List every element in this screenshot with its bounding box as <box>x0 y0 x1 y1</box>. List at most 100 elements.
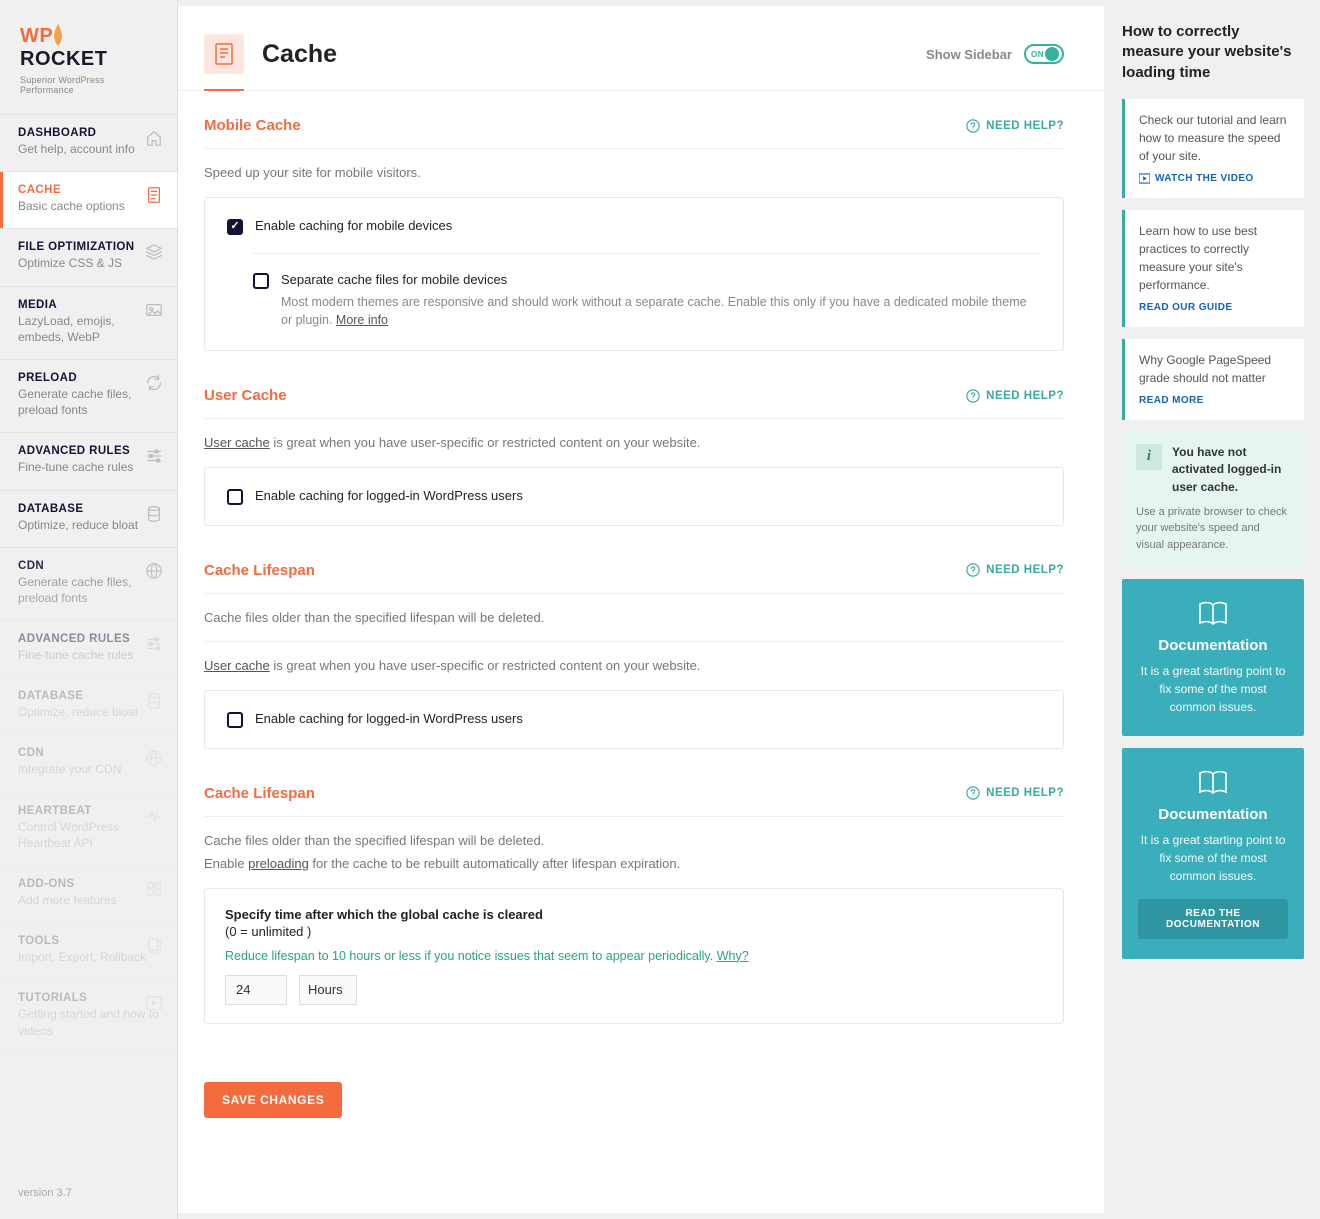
sidebar-item-database[interactable]: DATABASEOptimize, reduce bloat <box>0 490 177 548</box>
section-title: User Cache <box>204 387 287 404</box>
section-description: Cache files older than the specified lif… <box>204 608 1064 643</box>
read-more-link[interactable]: READ MORE <box>1139 395 1290 406</box>
home-icon <box>145 129 163 147</box>
sidebar-item-file-optimization[interactable]: FILE OPTIMIZATION Optimize CSS & JS <box>0 228 177 286</box>
sidebar-item-title: PRELOAD <box>18 372 161 384</box>
doc-card-title: Documentation <box>1138 637 1288 654</box>
sidebar-item-preload[interactable]: PRELOAD Generate cache files, preload fon… <box>0 359 177 433</box>
sidebar-item-subtitle: Generate cache files, preload fonts <box>18 574 161 606</box>
sidebar-item-title: CDN <box>18 560 161 572</box>
lifespan-desc-1: Cache files older than the specified lif… <box>204 831 1064 851</box>
sidebar-item-tutorials[interactable]: TUTORIALS Getting started and how to vide… <box>0 979 177 1053</box>
mobile-cache-checkbox[interactable] <box>227 219 243 235</box>
toggle-on-label: ON <box>1031 50 1044 59</box>
lifespan-box-subtitle: (0 = unlimited ) <box>225 924 1043 939</box>
sidebar-item-subtitle: Fine-tune cache rules <box>18 647 161 663</box>
section-mobile-cache: Mobile Cache NEED HELP? Speed up your si… <box>204 117 1064 351</box>
brand-tagline: Superior WordPress Performance <box>20 75 157 95</box>
page-header: Cache Show Sidebar ON <box>178 6 1104 91</box>
brand-rocket: ROCKET <box>20 48 107 70</box>
toggle-knob-icon <box>1045 47 1059 61</box>
right-panel-title: How to correctly measure your website's … <box>1122 22 1304 83</box>
sidebar-item-subtitle: Control WordPress Heartbeat API <box>18 819 161 851</box>
doc-icon <box>145 186 163 204</box>
lifespan-unit-select[interactable] <box>299 975 357 1005</box>
help-card-guide: Learn how to use best practices to corre… <box>1122 210 1304 327</box>
sidebar-item-title: CDN <box>18 747 161 759</box>
refresh-icon <box>145 374 163 392</box>
need-help-link[interactable]: NEED HELP? <box>966 119 1064 133</box>
section-title: Cache Lifespan <box>204 785 315 802</box>
sidebar-item-advanced-rules[interactable]: ADVANCED RULESFine-tune cache rules <box>0 620 177 678</box>
sidebar-item-title: ADD-ONS <box>18 878 161 890</box>
show-sidebar-toggle[interactable]: ON <box>1024 44 1064 64</box>
lifespan-desc-2a: Enable <box>204 856 248 871</box>
read-guide-link[interactable]: READ OUR GUIDE <box>1139 302 1290 313</box>
sidebar-item-subtitle: Fine-tune cache rules <box>18 459 161 475</box>
image-icon <box>145 301 163 319</box>
logo: WP ROCKET Superior WordPress Performance <box>0 0 177 115</box>
lifespan-why-link[interactable]: Why? <box>717 949 749 963</box>
lifespan-hint: Reduce lifespan to 10 hours or less if y… <box>225 949 717 963</box>
brand-flame-icon <box>53 24 63 46</box>
heartbeat-icon <box>145 807 163 825</box>
doc-card-title: Documentation <box>1138 806 1288 823</box>
info-card-small: Use a private browser to check your webs… <box>1136 504 1290 554</box>
right-panel: How to correctly measure your website's … <box>1104 0 1320 1219</box>
sidebar-item-cdn[interactable]: CDNIntegrate your CDN <box>0 734 177 792</box>
sidebar-item-cdn[interactable]: CDN Generate cache files, preload fonts <box>0 547 177 621</box>
main-panel: Cache Show Sidebar ON Mobile Cache NEED … <box>178 6 1104 1213</box>
sidebar-item-cache[interactable]: CACHEBasic cache options <box>0 171 177 229</box>
info-card-bold: You have not activated logged-in user ca… <box>1172 444 1290 496</box>
sidebar-item-title: FILE OPTIMIZATION <box>18 241 161 253</box>
sidebar: WP ROCKET Superior WordPress Performance… <box>0 0 178 1219</box>
user-cache-link[interactable]: User cache <box>204 435 270 450</box>
user-cache-checkbox-2[interactable] <box>227 712 243 728</box>
page-title: Cache <box>262 40 337 69</box>
sidebar-item-title: DASHBOARD <box>18 127 161 139</box>
sidebar-item-advanced-rules[interactable]: ADVANCED RULESFine-tune cache rules <box>0 432 177 490</box>
watch-video-link[interactable]: WATCH THE VIDEO <box>1139 173 1290 184</box>
lifespan-value-input[interactable] <box>225 975 287 1005</box>
lifespan-box-title: Specify time after which the global cach… <box>225 907 1043 922</box>
section-description: Speed up your site for mobile visitors. <box>204 163 1064 183</box>
info-card: i You have not activated logged-in user … <box>1122 432 1304 568</box>
sidebar-item-dashboard[interactable]: DASHBOARDGet help, account info <box>0 114 177 172</box>
show-sidebar-label: Show Sidebar <box>926 47 1012 62</box>
more-info-link[interactable]: More info <box>336 313 388 327</box>
documentation-card-1: Documentation It is a great starting poi… <box>1122 579 1304 736</box>
sidebar-item-subtitle: Generate cache files, preload fonts <box>18 386 161 418</box>
help-card-video: Check our tutorial and learn how to meas… <box>1122 99 1304 198</box>
version-label: version 3.7 <box>0 1171 177 1219</box>
sidebar-item-subtitle: Optimize CSS & JS <box>18 255 161 271</box>
sidebar-item-media[interactable]: MEDIALazyLoad, emojis, embeds, WebP <box>0 286 177 360</box>
sidebar-item-tools[interactable]: TOOLSImport, Export, Rollback <box>0 922 177 980</box>
separate-cache-label: Separate cache files for mobile devices <box>281 272 1041 287</box>
help-card-text: Learn how to use best practices to corre… <box>1139 222 1290 294</box>
documentation-card-2: Documentation It is a great starting poi… <box>1122 748 1304 959</box>
preloading-link[interactable]: preloading <box>248 856 309 871</box>
help-card-text: Why Google PageSpeed grade should not ma… <box>1139 351 1290 387</box>
save-changes-button[interactable]: SAVE CHANGES <box>204 1082 342 1118</box>
sidebar-item-subtitle: Add more features <box>18 892 161 908</box>
sidebar-item-database[interactable]: DATABASEOptimize, reduce bloat <box>0 677 177 735</box>
page-icon <box>204 34 244 74</box>
tools-icon <box>145 937 163 955</box>
separate-cache-checkbox[interactable] <box>253 273 269 289</box>
lifespan-desc-2b: for the cache to be rebuilt automaticall… <box>309 856 680 871</box>
sidebar-item-add-ons[interactable]: ADD-ONS Add more features <box>0 865 177 923</box>
sidebar-item-title: TUTORIALS <box>18 992 161 1004</box>
need-help-link[interactable]: NEED HELP? <box>966 389 1064 403</box>
user-cache-link[interactable]: User cache <box>204 658 270 673</box>
sidebar-item-subtitle: Basic cache options <box>18 198 161 214</box>
user-cache-checkbox[interactable] <box>227 489 243 505</box>
addons-icon <box>145 880 163 898</box>
need-help-link[interactable]: NEED HELP? <box>966 786 1064 800</box>
need-help-link[interactable]: NEED HELP? <box>966 563 1064 577</box>
user-cache-label: Enable caching for logged-in WordPress u… <box>255 488 523 503</box>
doc-card-text: It is a great starting point to fix some… <box>1138 662 1288 716</box>
sidebar-item-subtitle: Getting started and how to videos <box>18 1006 161 1038</box>
section-cache-lifespan-2: Cache Lifespan NEED HELP? Cache files ol… <box>204 785 1064 1024</box>
sidebar-item-heartbeat[interactable]: HEARTBEATControl WordPress Heartbeat API <box>0 792 177 866</box>
read-documentation-button[interactable]: READ THE DOCUMENTATION <box>1138 899 1288 939</box>
